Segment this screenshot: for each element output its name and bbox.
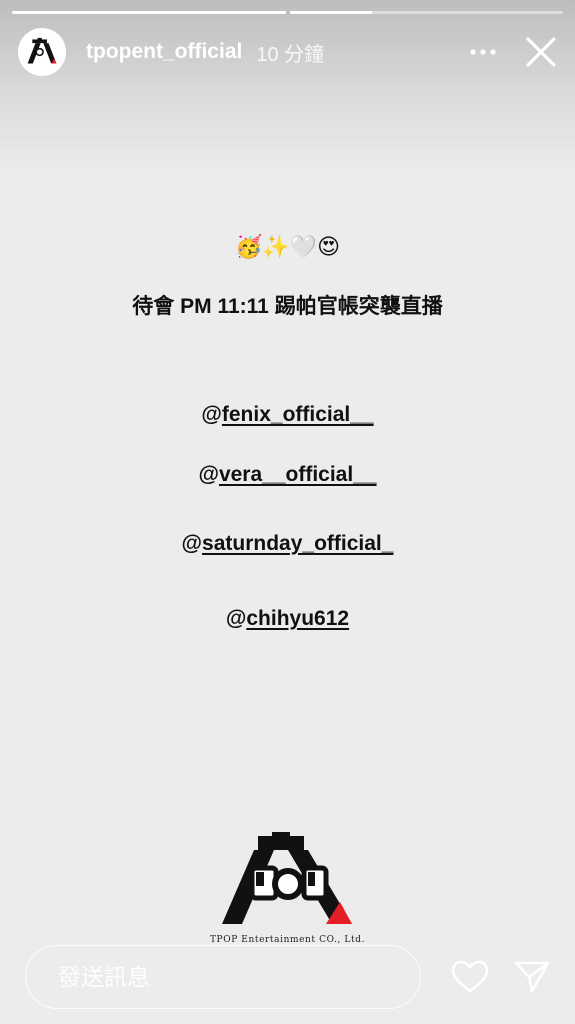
tpop-logo-icon bbox=[27, 37, 57, 64]
progress-fill bbox=[12, 11, 286, 14]
mention-handle[interactable]: chihyu612 bbox=[246, 607, 349, 630]
like-button[interactable] bbox=[447, 954, 493, 1000]
story-header: tpopent_official 10 分鐘 bbox=[18, 26, 561, 78]
mention-saturnday[interactable]: @saturnday_official_ bbox=[0, 529, 575, 559]
mention-handle[interactable]: vera__official__ bbox=[219, 463, 377, 486]
send-message-input[interactable] bbox=[25, 945, 421, 1009]
mention-vera[interactable]: @vera__official__ bbox=[0, 460, 575, 490]
send-icon bbox=[514, 961, 550, 993]
more-horizontal-icon bbox=[470, 49, 496, 55]
progress-segment bbox=[289, 11, 563, 14]
progress-segment bbox=[12, 11, 286, 14]
mention-handle[interactable]: fenix_official__ bbox=[222, 403, 374, 426]
story-timestamp: 10 分鐘 bbox=[256, 43, 325, 66]
story-username[interactable]: tpopent_official bbox=[86, 40, 242, 64]
close-icon bbox=[526, 37, 556, 67]
close-button[interactable] bbox=[521, 32, 561, 72]
tpop-logo: TPOP Entertainment CO., Ltd. bbox=[0, 832, 575, 945]
mention-at: @ bbox=[181, 532, 203, 555]
tpop-logo-graphic bbox=[221, 832, 352, 924]
mention-handle[interactable]: saturnday_official_ bbox=[202, 532, 393, 555]
mention-at: @ bbox=[225, 607, 247, 630]
share-button[interactable] bbox=[509, 954, 555, 1000]
avatar[interactable] bbox=[18, 28, 66, 76]
more-options-button[interactable] bbox=[463, 32, 503, 72]
mention-at: @ bbox=[198, 463, 219, 486]
mention-at: @ bbox=[201, 403, 222, 426]
story-viewer[interactable]: tpopent_official 10 分鐘 🥳✨🤍😍 待會 PM 11:11 … bbox=[0, 0, 575, 1024]
story-footer bbox=[25, 944, 555, 1010]
story-headline: 待會 PM 11:11 踢帕官帳突襲直播 bbox=[132, 295, 443, 318]
progress-fill bbox=[289, 11, 372, 14]
emoji-row: 🥳✨🤍😍 bbox=[234, 234, 341, 259]
mention-fenix[interactable]: @fenix_official__ bbox=[0, 400, 575, 430]
heart-icon bbox=[451, 960, 489, 993]
mention-chihyu[interactable]: @chihyu612 bbox=[0, 604, 575, 634]
story-progress bbox=[12, 11, 563, 14]
